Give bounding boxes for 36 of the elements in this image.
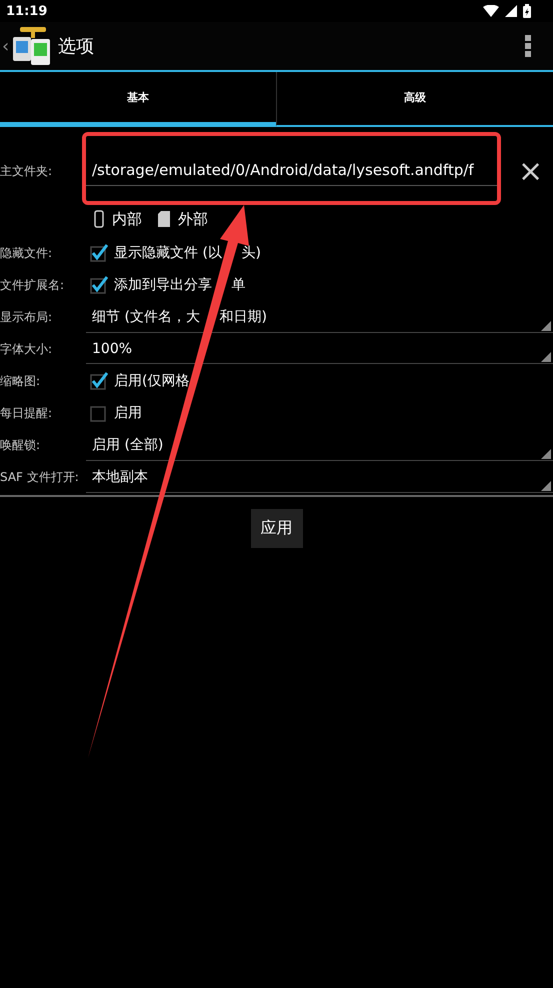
setting-label: 唤醒锁: — [0, 436, 42, 454]
back-caret[interactable]: ‹ — [2, 36, 10, 56]
checkbox[interactable] — [90, 404, 108, 422]
checkbox-label: 添加到导出分享 — [114, 276, 212, 294]
overflow-menu-icon[interactable] — [525, 35, 531, 57]
tab[interactable]: 高级 — [276, 72, 553, 127]
signal-icon — [505, 5, 517, 17]
checkbox-label: 显示隐藏文件 (以 — [114, 244, 222, 262]
checkbox[interactable] — [90, 372, 108, 390]
setting-label: 文件扩展名: — [0, 276, 66, 294]
setting-label: 字体大小: — [0, 340, 54, 358]
checkbox[interactable] — [90, 276, 108, 294]
status-time: 11:19 — [6, 4, 48, 18]
setting-label: 缩略图: — [0, 372, 42, 390]
battery-icon — [523, 4, 531, 18]
checkbox[interactable] — [90, 244, 108, 262]
storage-option[interactable]: 内部 — [112, 210, 142, 228]
setting-label: SAF 文件打开: — [0, 468, 80, 486]
phone-icon — [94, 210, 104, 228]
checkbox-label: 启用(仅网格 — [114, 372, 190, 390]
path-input-field[interactable]: /storage/emulated/0/Android/data/lysesoft.andftp/f — [86, 156, 498, 186]
storage-option[interactable]: 外部 — [178, 210, 208, 228]
checkbox-label: 启用 — [114, 404, 142, 422]
sd-card-icon — [158, 211, 170, 227]
wifi-icon — [483, 5, 499, 17]
setting-label: 每日提醒: — [0, 404, 54, 422]
setting-label: 显示布局: — [0, 308, 54, 326]
tab[interactable]: 基本 — [0, 72, 276, 127]
checkbox-label: 单 — [232, 276, 246, 294]
clear-button[interactable]: × — [518, 154, 544, 188]
screen-title: 选项 — [58, 35, 96, 58]
computers-icon — [10, 25, 52, 67]
checkbox-label: 头) — [242, 244, 261, 262]
setting-label: 主文件夹: — [0, 162, 54, 180]
setting-label: 隐藏文件: — [0, 244, 54, 262]
apply-button[interactable]: 应用 — [250, 509, 302, 548]
